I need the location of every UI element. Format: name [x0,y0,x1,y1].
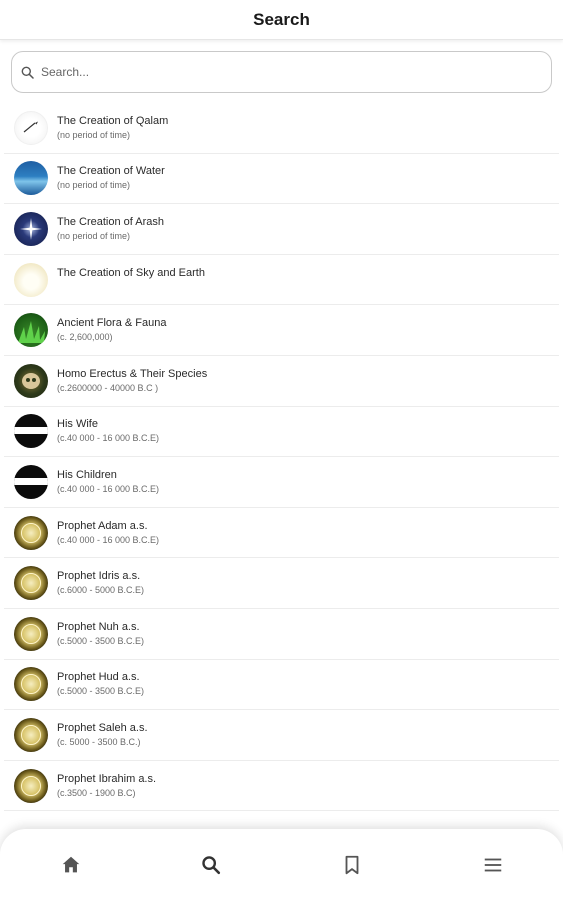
list-item-title: Prophet Idris a.s. [57,570,141,583]
nav-menu-button[interactable] [481,853,505,877]
home-icon [62,856,80,873]
bottom-navigation [0,829,563,900]
prophet-thumbnail [14,616,48,651]
list-item-text: The Creation of Water (no period of time) [57,164,165,192]
list-item[interactable]: Prophet Nuh a.s. (c.5000 - 3500 B.C.E) [4,609,559,660]
search-bar[interactable] [11,51,552,93]
list-item[interactable]: Prophet Ibrahim a.s. (c.3500 - 1900 B.C) [4,761,559,812]
list-item-text: Prophet Hud a.s. (c.5000 - 3500 B.C.E) [57,670,144,698]
list-item[interactable]: Homo Erectus & Their Species (c.2600000 -… [4,356,559,407]
prophet-thumbnail [14,515,48,550]
list-item-title: The Creation of Water [57,165,165,178]
list-item[interactable]: Prophet Adam a.s. (c.40 000 - 16 000 B.C.… [4,508,559,559]
list-item[interactable]: The Creation of Sky and Earth [4,255,559,306]
list-item[interactable]: Prophet Idris a.s. (c.6000 - 5000 B.C.E) [4,558,559,609]
page-title: Search [253,9,310,29]
nav-home-button[interactable] [59,853,83,877]
list-item-title: His Wife [57,418,98,431]
qalam-thumbnail [14,110,48,145]
list-item-text: Ancient Flora & Fauna (c. 2,600,000) [57,316,166,344]
list-item-text: The Creation of Qalam (no period of time) [57,114,168,142]
list-item-title: His Children [57,468,117,481]
nav-bookmark-button[interactable] [340,853,364,877]
search-icon [202,856,221,875]
list-item-subtitle: (c.40 000 - 16 000 B.C.E) [57,483,160,494]
list-item-subtitle: (c.6000 - 5000 B.C.E) [57,585,145,596]
list-item-subtitle: (c.40 000 - 16 000 B.C.E) [57,534,160,545]
app-header: Search [0,0,563,40]
list-item-text: Prophet Idris a.s. (c.6000 - 5000 B.C.E) [57,569,144,597]
list-item-subtitle: (c.5000 - 3500 B.C.E) [57,686,145,697]
wife-thumbnail [14,414,48,449]
bookmark-icon [345,855,359,875]
list-item[interactable]: The Creation of Water (no period of time) [4,154,559,205]
list-item[interactable]: Ancient Flora & Fauna (c. 2,600,000) [4,305,559,356]
search-input[interactable] [41,65,521,79]
menu-icon [484,858,502,872]
list-item-text: Prophet Ibrahim a.s. (c.3500 - 1900 B.C) [57,772,156,800]
list-item-subtitle [57,281,205,294]
list-item-text: Prophet Adam a.s. (c.40 000 - 16 000 B.C.… [57,519,159,547]
list-item-text: Homo Erectus & Their Species (c.2600000 -… [57,367,207,395]
prophet-thumbnail [14,667,48,702]
list-item-title: The Creation of Sky and Earth [57,266,205,279]
list-item-title: The Creation of Qalam [57,114,169,127]
list-item[interactable]: His Children (c.40 000 - 16 000 B.C.E) [4,457,559,508]
erectus-thumbnail [14,363,48,398]
search-box[interactable] [11,51,552,93]
list-item[interactable]: Prophet Saleh a.s. (c. 5000 - 3500 B.C.) [4,710,559,761]
list-item[interactable]: The Creation of Arash (no period of time) [4,204,559,255]
list-item-text: Prophet Saleh a.s. (c. 5000 - 3500 B.C.) [57,721,148,749]
list-item-title: Prophet Ibrahim a.s. [57,772,157,785]
list-item-subtitle: (c. 2,600,000) [57,332,113,343]
nav-search-button[interactable] [199,853,223,877]
search-icon [21,66,34,79]
list-item-subtitle: (c.5000 - 3500 B.C.E) [57,635,145,646]
arash-thumbnail [14,211,48,246]
list-item-title: Prophet Saleh a.s. [57,721,148,734]
list-item-title: Prophet Adam a.s. [57,519,148,532]
list-item[interactable]: The Creation of Qalam (no period of time) [4,103,559,154]
list-item[interactable]: His Wife (c.40 000 - 16 000 B.C.E) [4,407,559,458]
list-item-subtitle: (no period of time) [57,129,131,140]
list-item-text: Prophet Nuh a.s. (c.5000 - 3500 B.C.E) [57,620,144,648]
sky-thumbnail [14,262,48,297]
water-thumbnail [14,161,48,196]
prophet-thumbnail [14,768,48,803]
list-item-title: The Creation of Arash [57,215,165,228]
list-item-title: Ancient Flora & Fauna [57,317,167,330]
list-item-subtitle: (no period of time) [57,180,131,191]
list-item-title: Homo Erectus & Their Species [57,367,208,380]
list-item-subtitle: (c.40 000 - 16 000 B.C.E) [57,433,160,444]
list-item-text: His Children (c.40 000 - 16 000 B.C.E) [57,468,159,496]
list-item-text: The Creation of Sky and Earth [57,266,205,294]
list-item-text: The Creation of Arash (no period of time) [57,215,164,243]
list-item[interactable]: Prophet Hud a.s. (c.5000 - 3500 B.C.E) [4,660,559,711]
list-item-subtitle: (c.2600000 - 40000 B.C ) [57,382,159,393]
prophet-thumbnail [14,566,48,601]
list-item-text: His Wife (c.40 000 - 16 000 B.C.E) [57,417,159,445]
children-thumbnail [14,464,48,499]
prophet-thumbnail [14,717,48,752]
flora-thumbnail [14,313,48,348]
list-item-subtitle: (c.3500 - 1900 B.C) [57,787,136,798]
list-item-subtitle: (c. 5000 - 3500 B.C.) [57,736,141,747]
list-item-subtitle: (no period of time) [57,230,131,241]
list-item-title: Prophet Nuh a.s. [57,620,140,633]
results-list: The Creation of Qalam (no period of time)… [4,103,559,812]
list-item-title: Prophet Hud a.s. [57,671,140,684]
